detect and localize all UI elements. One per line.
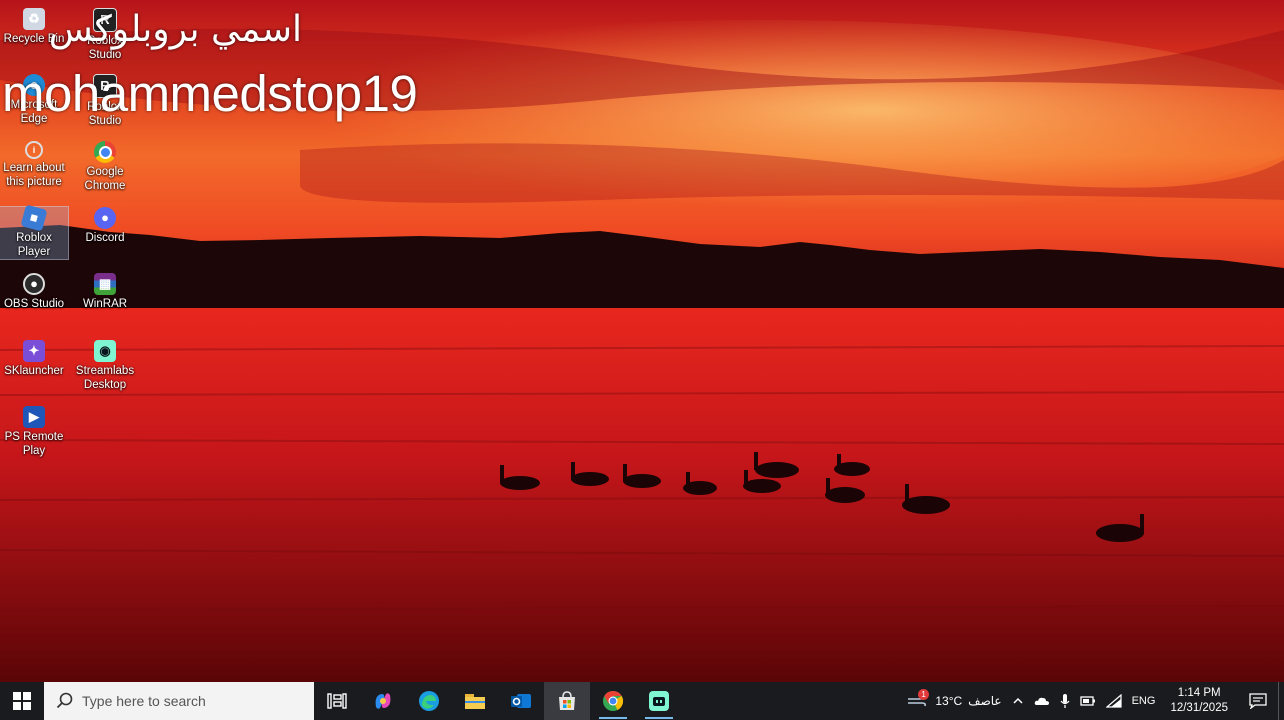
- taskbar-google-chrome[interactable]: [590, 682, 636, 720]
- streamlabs-icon: ◉: [94, 340, 116, 362]
- winrar-icon: ▦: [94, 273, 116, 295]
- taskbar-task-view[interactable]: [314, 682, 360, 720]
- desktop-icon-label: Roblox Player: [16, 232, 52, 258]
- chrome-icon: [603, 690, 624, 711]
- overlay-arabic-caption: اسمي بروبلوكس: [48, 9, 302, 50]
- taskbar-microsoft-store[interactable]: [544, 682, 590, 720]
- desktop-icon-label: Streamlabs Desktop: [75, 365, 135, 391]
- sklauncher-icon: ✦: [23, 340, 45, 362]
- learn-about-picture-icon: i: [25, 141, 43, 159]
- taskbar-edge[interactable]: [406, 682, 452, 720]
- outlook-icon: [511, 694, 531, 708]
- desktop-icon-label: OBS Studio: [3, 298, 65, 310]
- desktop-icon-label: Learn about this picture: [3, 162, 65, 188]
- taskbar-file-explorer[interactable]: [452, 682, 498, 720]
- weather-temperature: 13°C: [935, 694, 963, 708]
- weather-condition: عاصف: [968, 694, 1002, 708]
- language-label: ENG: [1131, 695, 1156, 707]
- chevron-up-icon: [1013, 697, 1023, 704]
- taskbar-copilot[interactable]: [360, 682, 406, 720]
- file-explorer-icon: [465, 694, 485, 709]
- taskbar-outlook[interactable]: [498, 682, 544, 720]
- desktop[interactable]: ♻ Recycle Bin R Roblox Studio e Microsof…: [0, 0, 1284, 720]
- weather-widget[interactable]: 1 13°C عاصف: [902, 689, 1006, 709]
- chrome-icon: [94, 141, 116, 163]
- desktop-icon-label: WinRAR: [82, 298, 128, 310]
- edge-icon: [419, 691, 439, 711]
- discord-icon: ●: [94, 207, 116, 229]
- desktop-icon-label: Discord: [85, 232, 125, 244]
- clock-date: 12/31/2025: [1170, 702, 1228, 714]
- show-hidden-icons-button[interactable]: [1007, 695, 1029, 707]
- battery-tray-button[interactable]: [1075, 695, 1101, 707]
- desktop-icon-winrar[interactable]: ▦ WinRAR: [71, 273, 139, 311]
- desktop-icon-learn-about-picture[interactable]: i Learn about this picture: [0, 141, 68, 189]
- desktop-icon-streamlabs-desktop[interactable]: ◉ Streamlabs Desktop: [71, 340, 139, 392]
- microphone-tray-button[interactable]: [1055, 693, 1075, 709]
- weather-alert-badge: 1: [918, 689, 929, 700]
- system-tray: 1 13°C عاصف ENG 1:14 PM 12/31/2025: [902, 682, 1284, 720]
- task-view-icon: [327, 693, 347, 709]
- onedrive-icon: [1034, 697, 1049, 705]
- desktop-icon-discord[interactable]: ● Discord: [71, 207, 139, 245]
- notification-icon: [1249, 693, 1267, 709]
- show-desktop-button[interactable]: [1278, 682, 1284, 720]
- ps-remote-play-icon: ▶: [23, 406, 45, 428]
- desktop-icon-label: PS Remote Play: [4, 431, 64, 457]
- streamlabs-icon: [649, 691, 669, 711]
- onedrive-tray-button[interactable]: [1029, 695, 1055, 707]
- battery-icon: [1079, 696, 1095, 706]
- clock-time: 1:14 PM: [1177, 687, 1221, 699]
- windows-logo-icon: [13, 692, 31, 710]
- notification-center-button[interactable]: [1238, 682, 1278, 720]
- wifi-icon: [1105, 694, 1122, 708]
- taskbar-streamlabs[interactable]: [636, 682, 682, 720]
- desktop-icon-sklauncher[interactable]: ✦ SKlauncher: [0, 340, 68, 378]
- desktop-icon-obs-studio[interactable]: ● OBS Studio: [0, 273, 68, 311]
- roblox-player-icon: ■: [20, 204, 48, 232]
- start-button[interactable]: [0, 682, 44, 720]
- desktop-icon-label: Google Chrome: [84, 166, 126, 192]
- desktop-icon-roblox-player[interactable]: ■ Roblox Player: [0, 204, 69, 260]
- overlay-username-caption: mohammedstop19: [2, 65, 418, 122]
- desktop-icon-google-chrome[interactable]: Google Chrome: [71, 141, 139, 193]
- taskbar-search-box[interactable]: Type here to search: [44, 682, 314, 720]
- obs-icon: ●: [23, 273, 45, 295]
- desktop-icon-label: SKlauncher: [4, 365, 64, 377]
- clock[interactable]: 1:14 PM 12/31/2025: [1160, 686, 1238, 716]
- microphone-icon: [1060, 694, 1070, 708]
- search-placeholder: Type here to search: [82, 693, 206, 709]
- search-icon: [56, 692, 73, 709]
- desktop-icon-ps-remote-play[interactable]: ▶ PS Remote Play: [0, 406, 68, 458]
- copilot-icon: [375, 693, 391, 709]
- network-tray-button[interactable]: [1101, 694, 1127, 708]
- input-language-indicator[interactable]: ENG: [1127, 695, 1161, 707]
- taskbar: Type here to search 1 13°C عاصف ENG 1:14…: [0, 682, 1284, 720]
- store-icon: [559, 691, 575, 710]
